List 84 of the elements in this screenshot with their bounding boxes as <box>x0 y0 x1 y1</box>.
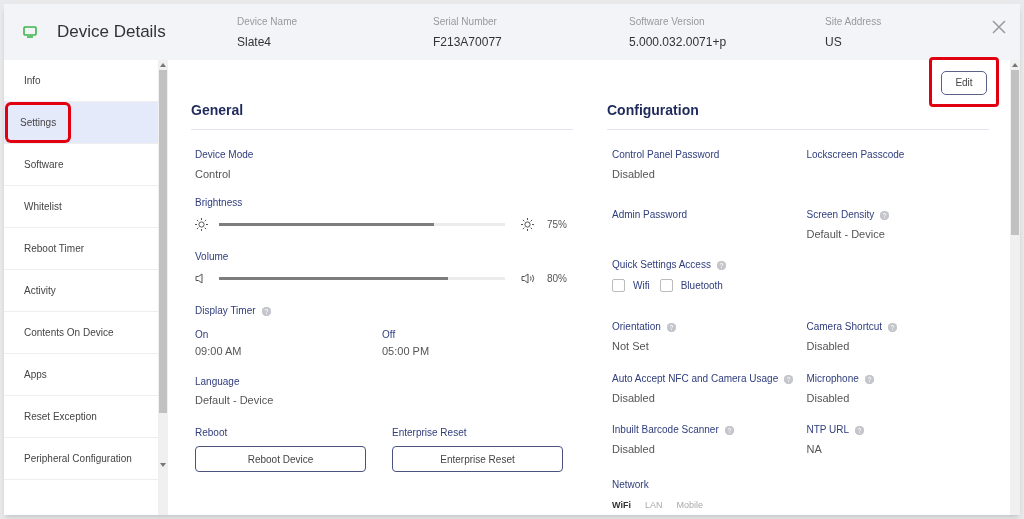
sidebar-item[interactable]: Software <box>4 144 158 186</box>
sidebar-item[interactable]: Contents On Device <box>4 312 158 354</box>
sidebar-item[interactable]: Info <box>4 60 158 102</box>
field-value: Default - Device <box>806 227 886 242</box>
field-label: Inbuilt Barcode Scanner <box>612 423 719 437</box>
sidebar-item[interactable]: Peripheral Configuration <box>4 438 158 480</box>
slider-track[interactable] <box>219 276 505 280</box>
sidebar-item[interactable]: Reset Exception <box>4 396 158 438</box>
checkbox-label: Wifi <box>633 279 650 293</box>
monitor-icon <box>23 26 37 38</box>
field-label: Quick Settings Access <box>612 258 711 272</box>
field-value: Disabled <box>806 391 851 406</box>
help-icon[interactable] <box>724 425 734 435</box>
field-label: Orientation <box>612 320 661 334</box>
sidebar-item[interactable]: Activity <box>4 270 158 312</box>
help-icon[interactable] <box>855 425 865 435</box>
field-value: Not Set <box>612 339 650 354</box>
field-value: 05:00 PM <box>382 344 431 359</box>
help-icon[interactable] <box>784 374 794 384</box>
field-label: Lockscreen Passcode <box>806 148 905 162</box>
sidebar-item[interactable]: Settings <box>4 102 158 144</box>
help-icon[interactable] <box>864 374 874 384</box>
field-value: Control <box>195 167 232 182</box>
page-title: Device Details <box>57 21 167 44</box>
field-label: Reboot <box>195 426 229 440</box>
sun-icon <box>521 217 537 231</box>
field-value: Disabled <box>612 391 656 406</box>
field-label: Microphone <box>806 372 859 386</box>
slider-reading: 75% <box>547 217 567 232</box>
checkbox-label: Bluetooth <box>680 279 723 293</box>
field-label: Brightness <box>195 196 243 210</box>
field-label: Display Timer <box>195 304 256 318</box>
header-label: Serial Number <box>433 14 498 29</box>
sidebar-item[interactable]: Whitelist <box>4 186 158 228</box>
header-label: Software Version <box>629 14 706 29</box>
field-value: Disabled <box>806 339 851 354</box>
help-icon[interactable] <box>888 322 898 332</box>
speaker-loud-icon <box>521 272 537 284</box>
field-label: Camera Shortcut <box>806 320 883 334</box>
slider-fill[interactable] <box>219 222 434 226</box>
sidebar-item[interactable]: Apps <box>4 354 158 396</box>
scrollbar[interactable] <box>158 60 168 515</box>
field-value: 09:00 AM <box>195 344 243 359</box>
help-icon[interactable] <box>716 260 726 270</box>
help-icon[interactable] <box>666 322 676 332</box>
network-tab[interactable]: WiFi <box>612 499 631 513</box>
slider-track[interactable] <box>219 222 505 226</box>
header-value: US <box>825 33 843 51</box>
field-label: Network <box>612 478 649 492</box>
help-icon[interactable] <box>880 210 890 220</box>
field-label: Auto Accept NFC and Camera Usage <box>612 372 779 386</box>
edit-button[interactable]: Edit <box>941 70 987 95</box>
field-value: Disabled <box>612 167 656 182</box>
section-title: General <box>191 100 573 130</box>
checkbox[interactable] <box>612 279 625 292</box>
field-label: Screen Density <box>806 208 875 222</box>
header-value: F213A70077 <box>433 33 503 51</box>
header-label: Site Address <box>825 14 883 29</box>
header-value: 5.000.032.0071+p <box>629 33 728 51</box>
field-label: Language <box>195 375 240 389</box>
field-value: Default - Device <box>195 393 275 408</box>
slider-fill[interactable] <box>219 276 448 280</box>
field-label: Control Panel Password <box>612 148 720 162</box>
checkbox[interactable] <box>659 279 673 292</box>
action-button[interactable]: Enterprise Reset <box>392 446 563 472</box>
field-label: On <box>195 328 210 342</box>
field-label: Volume <box>195 250 229 264</box>
action-button[interactable]: Reboot Device <box>195 446 366 472</box>
field-label: Admin Password <box>612 208 688 222</box>
field-label: Device Mode <box>195 148 254 162</box>
slider-reading: 80% <box>547 271 567 286</box>
header-label: Device Name <box>237 14 299 29</box>
field-label: Enterprise Reset <box>392 426 468 440</box>
field-value: Disabled <box>612 442 656 457</box>
section-title: Configuration <box>607 100 989 130</box>
scrollbar[interactable] <box>1010 60 1020 515</box>
sidebar-item[interactable]: Reboot Timer <box>4 228 158 270</box>
field-value: NA <box>806 442 823 457</box>
field-label: NTP URL <box>806 423 850 437</box>
help-icon[interactable] <box>261 306 271 316</box>
header-value: Slate4 <box>237 33 273 51</box>
sun-icon <box>195 217 207 231</box>
field-label: Off <box>382 328 397 342</box>
close-icon[interactable] <box>992 20 1006 34</box>
